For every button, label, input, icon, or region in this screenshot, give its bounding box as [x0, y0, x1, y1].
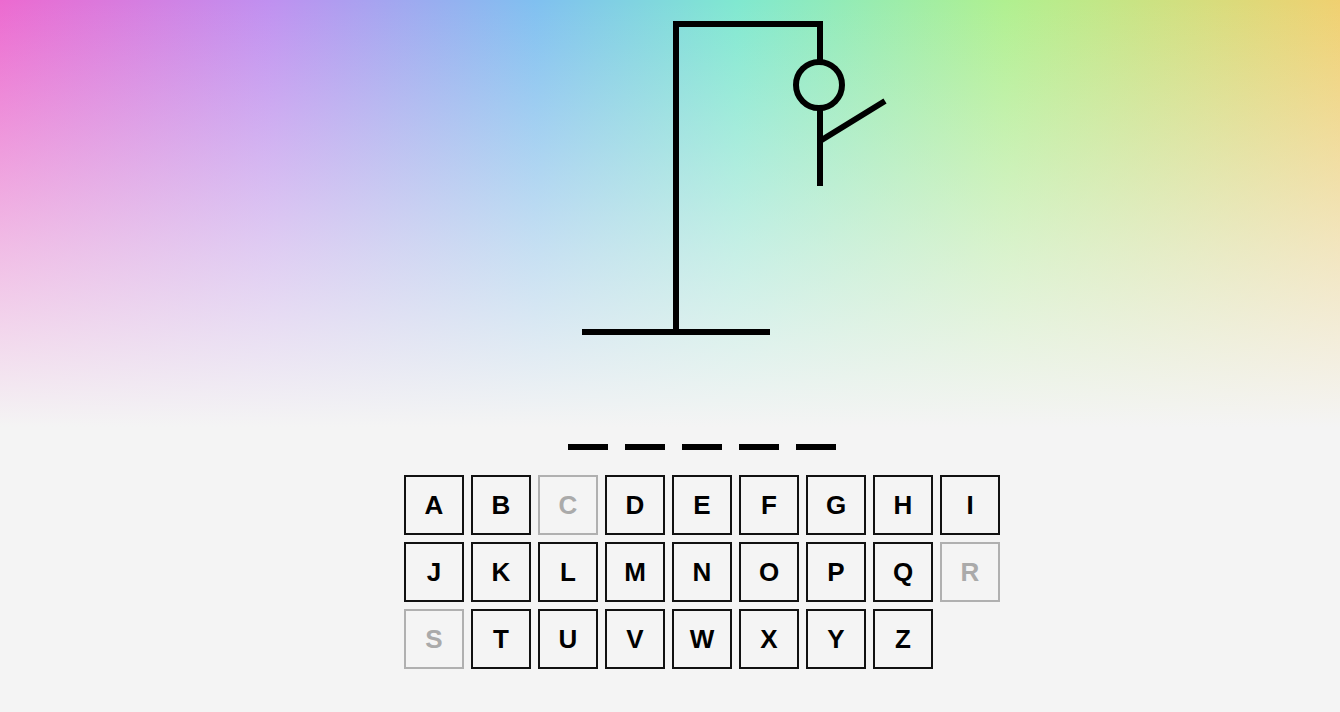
game-screen: A B C D E F G H I J K L M N O P Q R S T U V W X Y Z: [0, 0, 1340, 712]
letter-key[interactable]: C: [538, 475, 598, 535]
key-label: E: [693, 486, 710, 525]
key-label: L: [560, 553, 576, 592]
hangman-head: [796, 62, 842, 108]
key-label: H: [894, 486, 913, 525]
key-label: N: [693, 553, 712, 592]
letter-key[interactable]: X: [739, 609, 799, 669]
letter-key[interactable]: M: [605, 542, 665, 602]
letter-key[interactable]: V: [605, 609, 665, 669]
keyboard: A B C D E F G H I J K L M N O P Q R S T U V W X Y Z: [404, 475, 1000, 669]
letter-key[interactable]: Y: [806, 609, 866, 669]
key-label: J: [427, 553, 441, 592]
hangman-body: [817, 109, 823, 186]
key-label: O: [759, 553, 779, 592]
key-label: G: [826, 486, 846, 525]
letter-key[interactable]: J: [404, 542, 464, 602]
key-label: Z: [895, 620, 911, 659]
key-label: W: [690, 620, 715, 659]
letter-key[interactable]: Z: [873, 609, 933, 669]
letter-key[interactable]: K: [471, 542, 531, 602]
key-label: C: [559, 486, 578, 525]
key-label: K: [492, 553, 511, 592]
letter-key[interactable]: A: [404, 475, 464, 535]
letter-slot: [739, 444, 779, 450]
letter-key[interactable]: E: [672, 475, 732, 535]
letter-key[interactable]: G: [806, 475, 866, 535]
key-label: B: [492, 486, 511, 525]
key-label: Q: [893, 553, 913, 592]
letter-key[interactable]: W: [672, 609, 732, 669]
letter-key[interactable]: L: [538, 542, 598, 602]
letter-slot: [625, 444, 665, 450]
word-slots: [568, 444, 836, 450]
key-label: S: [425, 620, 442, 659]
hangman-right-arm: [820, 101, 885, 141]
key-label: D: [626, 486, 645, 525]
key-label: X: [760, 620, 777, 659]
key-label: A: [425, 486, 444, 525]
key-label: T: [493, 620, 509, 659]
letter-key[interactable]: H: [873, 475, 933, 535]
gallows: [0, 0, 1340, 400]
letter-key[interactable]: P: [806, 542, 866, 602]
letter-key[interactable]: O: [739, 542, 799, 602]
key-label: R: [961, 553, 980, 592]
key-label: V: [626, 620, 643, 659]
key-label: Y: [827, 620, 844, 659]
key-label: F: [761, 486, 777, 525]
letter-key[interactable]: N: [672, 542, 732, 602]
letter-key[interactable]: I: [940, 475, 1000, 535]
letter-key[interactable]: T: [471, 609, 531, 669]
hangman-figure: [796, 62, 885, 186]
letter-key[interactable]: Q: [873, 542, 933, 602]
letter-key[interactable]: R: [940, 542, 1000, 602]
key-label: M: [624, 553, 646, 592]
letter-key[interactable]: D: [605, 475, 665, 535]
letter-slot: [568, 444, 608, 450]
key-label: P: [827, 553, 844, 592]
key-label: U: [559, 620, 578, 659]
letter-slot: [796, 444, 836, 450]
letter-key[interactable]: F: [739, 475, 799, 535]
letter-key[interactable]: B: [471, 475, 531, 535]
letter-key[interactable]: U: [538, 609, 598, 669]
letter-key[interactable]: S: [404, 609, 464, 669]
key-label: I: [966, 486, 973, 525]
letter-slot: [682, 444, 722, 450]
